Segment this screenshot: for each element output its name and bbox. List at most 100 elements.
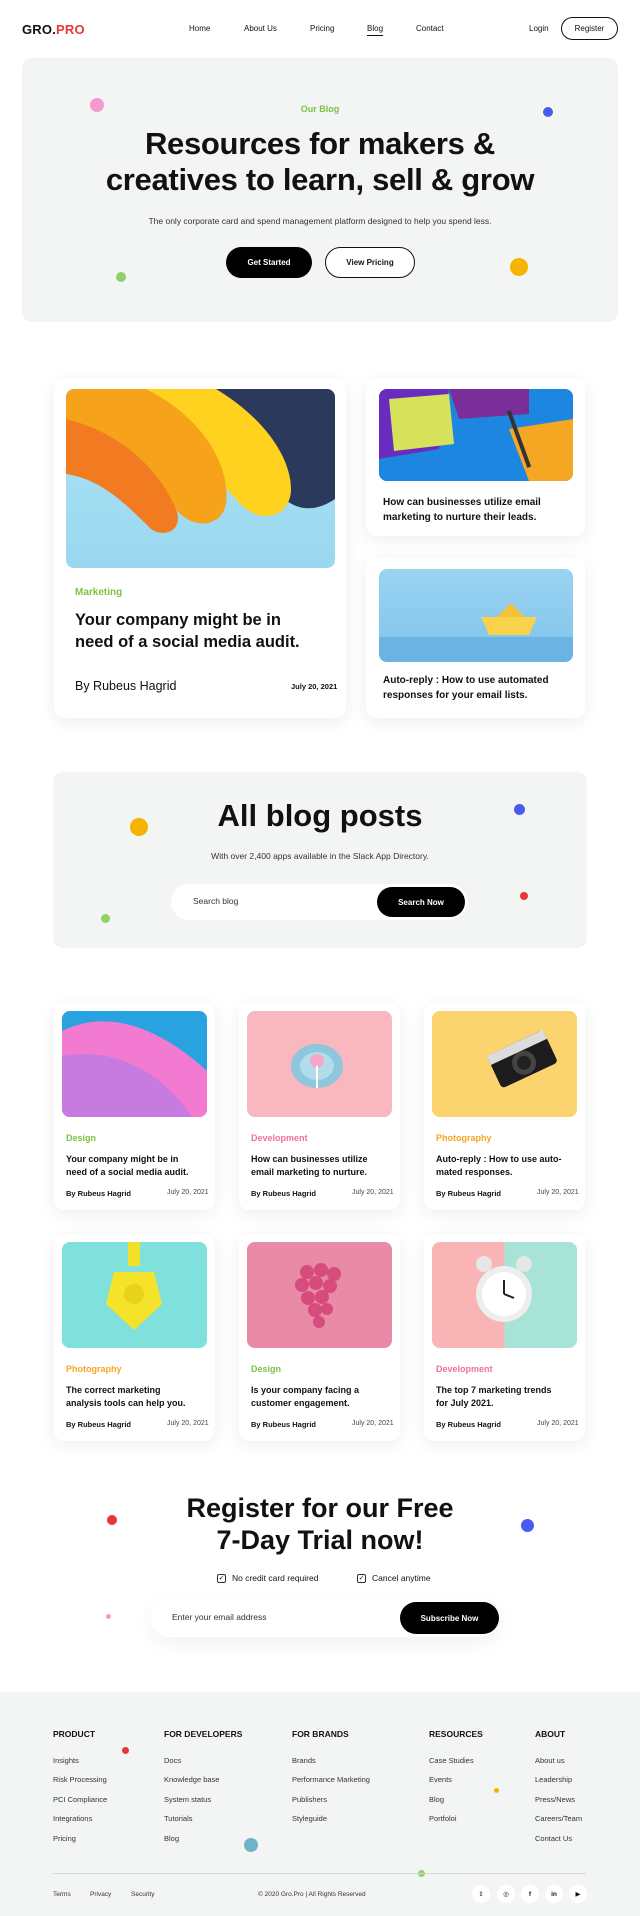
post-author: By Rubeus Hagrid: [251, 1189, 317, 1198]
cancel-anytime-item: ✓ Cancel anytime: [357, 1573, 431, 1583]
post-title[interactable]: Your company might be in need of a socia…: [66, 1153, 189, 1179]
title-line: for July 2021.: [436, 1398, 494, 1408]
facebook-icon[interactable]: f: [521, 1885, 539, 1903]
title-line: Register for our Free: [186, 1493, 454, 1523]
title-line: mated responses.: [436, 1167, 513, 1177]
title-line: The correct marketing: [66, 1385, 161, 1395]
footer-link[interactable]: Publishers: [292, 1795, 327, 1804]
nav-about-us[interactable]: About Us: [244, 24, 277, 33]
decor-dot: [106, 1614, 111, 1619]
post-title[interactable]: Is your company facing a customer engage…: [251, 1384, 359, 1410]
footer-link[interactable]: Events: [429, 1775, 452, 1784]
footer-link[interactable]: System status: [164, 1795, 211, 1804]
footer-link[interactable]: About us: [535, 1756, 565, 1765]
featured-post-image[interactable]: [66, 389, 335, 568]
linkedin-icon[interactable]: in: [545, 1885, 563, 1903]
hero-eyebrow: Our Blog: [300, 104, 340, 114]
title-line: customer engagement.: [251, 1398, 350, 1408]
footer-link[interactable]: Risk Processing: [53, 1775, 107, 1784]
footer-link[interactable]: Blog: [429, 1795, 444, 1804]
footer-link[interactable]: Careers/Team: [535, 1814, 582, 1823]
post-date: July 20, 2021: [537, 1189, 579, 1196]
post-date: July 20, 2021: [167, 1189, 209, 1196]
title-line: The top 7 marketing trends: [436, 1385, 552, 1395]
post-category: Marketing: [75, 587, 123, 598]
post-image[interactable]: [432, 1242, 577, 1348]
footer-link[interactable]: Insights: [53, 1756, 79, 1765]
footer-link[interactable]: Portfoloi: [429, 1814, 457, 1823]
post-title[interactable]: The top 7 marketing trends for July 2021…: [436, 1384, 552, 1410]
decor-dot: [520, 892, 528, 900]
nav-contact[interactable]: Contact: [416, 24, 444, 33]
footer-link[interactable]: Press/News: [535, 1795, 575, 1804]
twitter-icon[interactable]: 𝕥: [472, 1885, 490, 1903]
side-post-image[interactable]: [379, 389, 573, 481]
post-image[interactable]: [62, 1011, 207, 1117]
camera-illustration: [432, 1011, 577, 1117]
title-line: email marketing to nurture.: [251, 1167, 368, 1177]
email-input[interactable]: Enter your email address: [172, 1612, 267, 1622]
post-image[interactable]: [247, 1011, 392, 1117]
title-line: How can businesses utilize: [251, 1154, 368, 1164]
nav-blog[interactable]: Blog: [367, 24, 384, 36]
paper-curls-illustration: [66, 389, 335, 533]
footer-divider: [53, 1873, 586, 1874]
footer-heading: PRODUCT: [53, 1729, 96, 1739]
post-category: Design: [251, 1364, 282, 1374]
instagram-icon[interactable]: ◎: [497, 1885, 515, 1903]
hero-subtitle: The only corporate card and spend manage…: [148, 216, 492, 226]
footer-link[interactable]: Brands: [292, 1756, 316, 1765]
footer-link[interactable]: PCI Compliance: [53, 1795, 107, 1804]
footer-privacy-link[interactable]: Privacy: [90, 1891, 111, 1898]
post-category: Development: [251, 1133, 308, 1143]
hero-title-line: Resources for makers &: [144, 126, 496, 161]
nav-home[interactable]: Home: [189, 24, 210, 33]
footer-link[interactable]: Docs: [164, 1756, 181, 1765]
checkbox-icon: ✓: [217, 1573, 226, 1583]
title-line: Is your company facing a: [251, 1385, 360, 1395]
post-title[interactable]: How can businesses utilize email marketi…: [251, 1153, 368, 1179]
search-input[interactable]: Search blog: [193, 896, 238, 906]
youtube-icon[interactable]: ▶: [569, 1885, 587, 1903]
side-post-title[interactable]: Auto-reply : How to use automated respon…: [383, 673, 549, 703]
nav-pricing[interactable]: Pricing: [310, 24, 334, 33]
subscribe-now-button[interactable]: Subscribe Now: [400, 1602, 499, 1634]
footer-link[interactable]: Contact Us: [535, 1834, 572, 1843]
footer-heading: ABOUT: [535, 1729, 566, 1739]
footer-link[interactable]: Case Studies: [429, 1756, 474, 1765]
yellow-horn-illustration: [62, 1242, 207, 1348]
post-image[interactable]: [247, 1242, 392, 1348]
post-image[interactable]: [62, 1242, 207, 1348]
post-title[interactable]: Auto-reply : How to use auto- mated resp…: [436, 1153, 562, 1179]
grapes-illustration: [247, 1242, 392, 1348]
post-date: July 20, 2021: [352, 1189, 394, 1196]
side-post-image[interactable]: [379, 569, 573, 662]
footer-link[interactable]: Performance Marketing: [292, 1775, 370, 1784]
footer-security-link[interactable]: Security: [131, 1891, 154, 1898]
view-pricing-button[interactable]: View Pricing: [325, 247, 415, 278]
pink-wave-illustration: [62, 1011, 207, 1117]
post-author: By Rubeus Hagrid: [251, 1420, 317, 1429]
footer-link[interactable]: Leadership: [535, 1775, 572, 1784]
login-link[interactable]: Login: [529, 24, 549, 33]
decor-dot: [510, 258, 528, 276]
post-image[interactable]: [432, 1011, 577, 1117]
footer-link[interactable]: Knowledge base: [164, 1775, 219, 1784]
featured-post-title[interactable]: Your company might be in need of a socia…: [75, 609, 300, 653]
search-now-button[interactable]: Search Now: [377, 887, 465, 917]
footer-link[interactable]: Integrations: [53, 1814, 92, 1823]
side-post-title[interactable]: How can businesses utilize email marketi…: [383, 495, 541, 525]
brand-logo[interactable]: GRO.PRO: [22, 22, 85, 37]
register-button[interactable]: Register: [561, 17, 618, 40]
footer-link[interactable]: Styleguide: [292, 1814, 327, 1823]
footer-terms-link[interactable]: Terms: [53, 1891, 71, 1898]
footer-link[interactable]: Tutorials: [164, 1814, 192, 1823]
footer: [0, 1692, 640, 1916]
footer-heading: FOR DEVELOPERS: [164, 1729, 243, 1739]
footer-link[interactable]: Blog: [164, 1834, 179, 1843]
post-title[interactable]: The correct marketing analysis tools can…: [66, 1384, 186, 1410]
post-author: By Rubeus Hagrid: [66, 1420, 132, 1429]
get-started-button[interactable]: Get Started: [226, 247, 312, 278]
footer-heading: RESOURCES: [429, 1729, 483, 1739]
footer-link[interactable]: Pricing: [53, 1834, 76, 1843]
